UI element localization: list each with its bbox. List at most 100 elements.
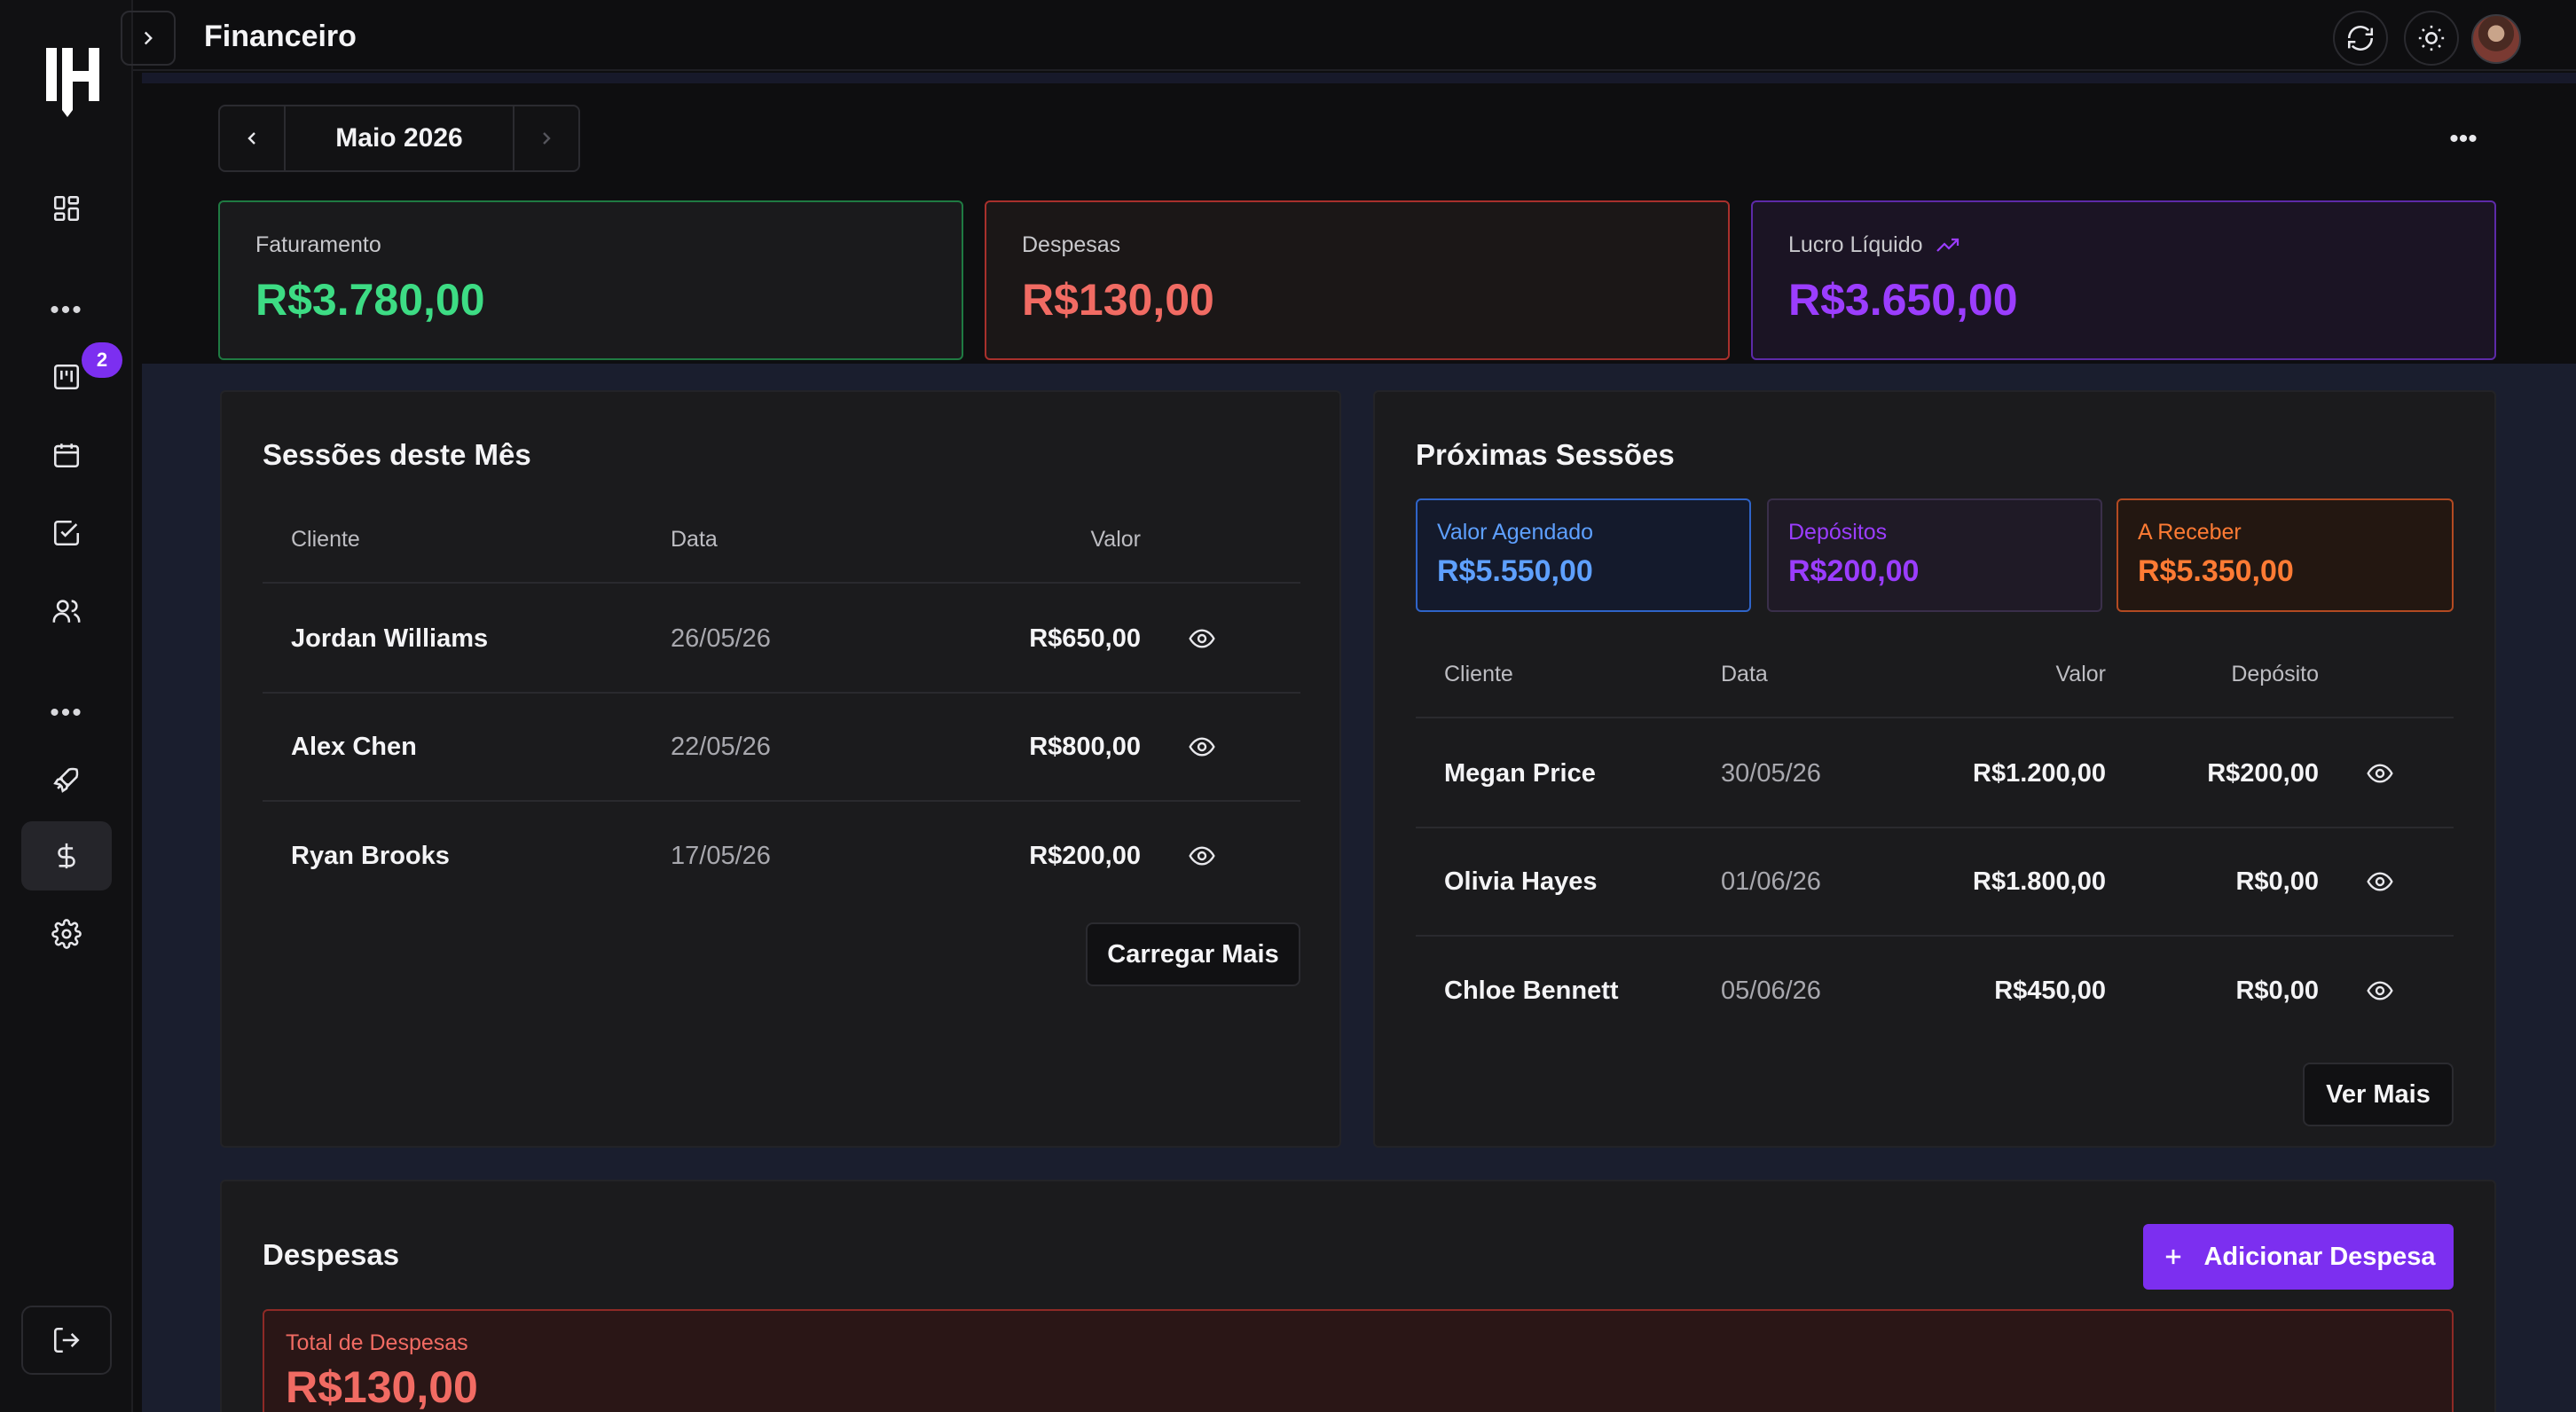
calendar-icon <box>53 443 80 468</box>
client-name: Jordan Williams <box>291 624 489 653</box>
sidebar-toggle-button[interactable] <box>121 11 176 66</box>
panel-title: Sessões deste Mês <box>263 438 531 471</box>
sidebar-more-dots[interactable]: ••• <box>21 293 112 328</box>
session-value: R$650,00 <box>1029 624 1141 653</box>
header-divider <box>142 73 2576 83</box>
load-more-button[interactable]: Carregar Mais <box>1086 922 1300 986</box>
users-icon <box>52 600 81 623</box>
eye-icon <box>2367 872 2393 891</box>
refresh-icon <box>2347 26 2374 51</box>
summary-label: A Receber <box>2138 520 2242 545</box>
dollar-icon <box>58 843 75 869</box>
client-name: Alex Chen <box>291 732 417 761</box>
session-deposit: R$0,00 <box>2235 867 2319 896</box>
plus-icon <box>2166 1249 2181 1265</box>
sun-icon <box>2418 25 2445 51</box>
topbar: Financeiro <box>121 0 2576 71</box>
view-button[interactable] <box>2365 758 2395 788</box>
summary-scheduled: Valor Agendado R$5.550,00 <box>1416 498 1751 612</box>
table-header: Cliente Data Valor <box>263 497 1300 584</box>
month-picker: Maio 2026 <box>218 105 580 172</box>
sessions-month-panel: Sessões deste Mês Cliente Data Valor Jor… <box>220 390 1341 1148</box>
session-date: 26/05/26 <box>671 624 771 653</box>
sidebar-item-settings[interactable] <box>21 899 112 969</box>
sidebar-item-clients[interactable] <box>21 577 112 646</box>
dashboard-icon <box>53 195 80 222</box>
session-date: 05/06/26 <box>1721 976 1821 1005</box>
eye-icon <box>2367 764 2393 783</box>
logo-icon[interactable] <box>44 44 103 117</box>
panel-title: Despesas <box>263 1238 400 1271</box>
sidebar-item-calendar[interactable] <box>21 420 112 490</box>
summary-receivable: A Receber R$5.350,00 <box>2117 498 2454 612</box>
view-button[interactable] <box>1187 624 1217 654</box>
view-button[interactable] <box>2365 867 2395 897</box>
kpi-revenue-card: Faturamento R$3.780,00 <box>218 200 963 360</box>
kpi-expenses-card: Despesas R$130,00 <box>985 200 1730 360</box>
sidebar-more-dots-2[interactable]: ••• <box>21 695 112 731</box>
summary-label: Valor Agendado <box>1437 520 1594 545</box>
session-date: 22/05/26 <box>671 732 771 761</box>
total-expenses-box: Total de Despesas R$130,00 <box>263 1309 2454 1412</box>
table-row: Jordan Williams 26/05/26 R$650,00 <box>263 585 1300 694</box>
table-header: Cliente Data Valor Depósito <box>1416 631 2454 718</box>
summary-value: R$200,00 <box>1788 554 1920 588</box>
see-more-button[interactable]: Ver Mais <box>2303 1063 2454 1126</box>
header-client: Cliente <box>291 526 360 552</box>
trending-up-icon <box>1936 238 1959 252</box>
header-deposit: Depósito <box>2231 661 2319 686</box>
month-label[interactable]: Maio 2026 <box>284 106 514 170</box>
logout-icon <box>53 1327 80 1353</box>
summary-deposits: Depósitos R$200,00 <box>1767 498 2102 612</box>
expenses-panel: Despesas Adicionar Despesa Total de Desp… <box>220 1180 2496 1412</box>
chevron-right-icon <box>543 132 551 145</box>
kpi-label: Faturamento <box>255 232 381 257</box>
sidebar-item-tasks[interactable] <box>21 498 112 568</box>
sidebar-item-financeiro[interactable] <box>21 821 112 890</box>
view-button[interactable] <box>1187 841 1217 871</box>
notification-badge: 2 <box>82 342 122 378</box>
more-options-button[interactable]: ••• <box>2443 119 2484 160</box>
client-name: Megan Price <box>1444 758 1596 788</box>
view-button[interactable] <box>1187 732 1217 762</box>
kpi-profit-card: Lucro Líquido R$3.650,00 <box>1751 200 2496 360</box>
chevron-left-icon <box>247 132 255 145</box>
kanban-icon <box>53 364 80 390</box>
upcoming-sessions-panel: Próximas Sessões Valor Agendado R$5.550,… <box>1373 390 2496 1148</box>
eye-icon <box>2367 981 2393 1000</box>
header-value: Valor <box>2055 661 2106 686</box>
prev-month-button[interactable] <box>220 106 284 170</box>
eye-icon <box>1189 737 1215 757</box>
eye-icon <box>1189 629 1215 648</box>
eye-icon <box>1189 846 1215 866</box>
session-deposit: R$0,00 <box>2235 976 2319 1005</box>
table-row: Ryan Brooks 17/05/26 R$200,00 <box>263 802 1300 910</box>
more-horizontal-icon: ••• <box>2449 124 2478 153</box>
table-row: Olivia Hayes 01/06/26 R$1.800,00 R$0,00 <box>1416 828 2454 937</box>
theme-toggle-button[interactable] <box>2404 11 2459 66</box>
avatar[interactable] <box>2471 14 2521 64</box>
add-expense-button[interactable]: Adicionar Despesa <box>2143 1224 2454 1290</box>
session-value: R$1.200,00 <box>1973 758 2106 788</box>
header-value: Valor <box>1090 526 1141 552</box>
add-expense-label: Adicionar Despesa <box>2203 1242 2436 1271</box>
next-month-button[interactable] <box>514 106 578 170</box>
view-button[interactable] <box>2365 976 2395 1006</box>
session-value: R$800,00 <box>1029 732 1141 761</box>
session-date: 17/05/26 <box>671 841 771 870</box>
session-date: 01/06/26 <box>1721 867 1821 896</box>
sidebar-item-dashboard[interactable] <box>21 174 112 243</box>
refresh-button[interactable] <box>2333 11 2388 66</box>
kpi-value: R$130,00 <box>1022 275 1214 325</box>
panel-title: Próximas Sessões <box>1416 438 1675 471</box>
sidebar-item-marketing[interactable] <box>21 745 112 814</box>
session-deposit: R$200,00 <box>2207 758 2319 788</box>
rocket-icon <box>53 767 79 793</box>
gear-icon <box>51 919 82 949</box>
header-client: Cliente <box>1444 661 1513 686</box>
sidebar: ••• 2 ••• <box>0 0 133 1412</box>
page-title: Financeiro <box>204 20 357 53</box>
summary-value: R$5.550,00 <box>1437 554 1593 588</box>
header-date: Data <box>1721 661 1768 686</box>
logout-button[interactable] <box>21 1306 112 1375</box>
